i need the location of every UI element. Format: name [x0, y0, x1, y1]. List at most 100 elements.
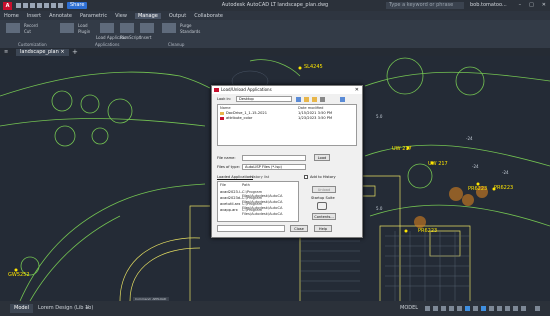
workspace-icon[interactable] — [497, 306, 502, 311]
tab-manage[interactable]: Manage — [134, 12, 161, 19]
app-logo[interactable]: A — [3, 1, 12, 10]
startup-suite-label: Startup Suite — [311, 196, 335, 200]
open-icon[interactable] — [23, 3, 28, 8]
files-of-type-value: AutoLISP Files (*.lsp) — [245, 165, 282, 169]
list-item-file[interactable]: acad2023.l... — [220, 190, 243, 194]
ribbon-panel: Record Cut Load Plugin Load Application … — [0, 20, 550, 48]
cut-button[interactable]: Cut — [24, 29, 31, 34]
tab-history-list[interactable]: History list — [250, 175, 269, 179]
osnap-icon[interactable] — [457, 306, 462, 311]
contents-button[interactable]: Contents... — [312, 213, 336, 220]
file-name[interactable]: attribute_color — [226, 116, 252, 120]
document-tabs: ≡ landscape_plan × + — [0, 48, 550, 56]
ortho-icon[interactable] — [441, 306, 446, 311]
model-space-toggle[interactable]: MODEL — [400, 304, 418, 313]
record-button[interactable]: Record — [24, 23, 38, 28]
redo-icon[interactable] — [58, 3, 63, 8]
list-item-path: C:\Program Files\Autodesk\AutoCA — [242, 208, 283, 216]
help-button[interactable]: Help — [314, 225, 332, 232]
find-icon[interactable] — [340, 97, 345, 102]
tab-home[interactable]: Home — [4, 13, 19, 19]
document-tab[interactable]: landscape_plan × — [16, 49, 69, 56]
purge-icon[interactable] — [162, 23, 176, 33]
list-item-file[interactable]: acapp.arx — [220, 208, 238, 212]
polar-icon[interactable] — [449, 306, 454, 311]
list-item-file[interactable]: acad2023d... — [220, 196, 244, 200]
new-icon[interactable] — [16, 3, 21, 8]
new-folder-icon[interactable] — [312, 97, 317, 102]
tab-collaborate[interactable]: Collaborate — [194, 13, 223, 19]
plant-label: GW5252 — [8, 272, 30, 278]
plant-label: PR6223 — [494, 185, 514, 191]
units-icon[interactable] — [505, 306, 510, 311]
plant-label: UW 217 — [392, 146, 412, 152]
load-button[interactable]: Load — [314, 154, 330, 161]
lineweight-icon[interactable] — [473, 306, 478, 311]
back-icon[interactable] — [296, 97, 301, 102]
elevation-label: 5.0 — [376, 206, 383, 211]
files-of-type-select[interactable]: AutoLISP Files (*.lsp) — [242, 164, 306, 170]
add-layout-button[interactable]: + — [85, 304, 89, 313]
search-input[interactable]: Type a keyword or phrase — [386, 2, 464, 9]
run-script-icon[interactable] — [120, 23, 134, 33]
load-icon[interactable] — [60, 23, 74, 33]
insert-icon[interactable] — [140, 23, 154, 33]
user-account[interactable]: bob.tomatoo... — [470, 1, 507, 10]
fullscreen-icon[interactable] — [521, 306, 526, 311]
unload-button[interactable]: Unload — [312, 186, 336, 193]
plugin-button[interactable]: Plugin — [78, 29, 90, 34]
add-to-history-checkbox[interactable] — [304, 175, 308, 179]
tab-annotate[interactable]: Annotate — [49, 13, 72, 19]
share-button[interactable]: Share — [67, 2, 88, 9]
close-dialog-button[interactable]: Close — [290, 225, 308, 232]
status-field — [217, 225, 285, 232]
dialog-title-bar: Load/Unload Applications ✕ — [212, 86, 362, 94]
tab-output[interactable]: Output — [169, 13, 186, 19]
record-icon[interactable] — [6, 23, 20, 33]
elevation-label: -24 — [502, 170, 509, 175]
up-folder-icon[interactable] — [304, 97, 309, 102]
save-as-icon[interactable] — [37, 3, 42, 8]
run-script-button[interactable]: Run Script — [120, 35, 141, 40]
grid-icon[interactable] — [425, 306, 430, 311]
file-list[interactable]: Name Date modified DocDrive_1_1-15-2021 … — [217, 104, 357, 146]
plant-label: PR6223 — [418, 228, 438, 234]
look-in-select[interactable]: Desktop — [236, 96, 292, 102]
snap-icon[interactable] — [433, 306, 438, 311]
close-button[interactable]: ✕ — [542, 1, 546, 10]
standards-button[interactable]: Standards — [180, 29, 200, 34]
close-tab-icon[interactable]: × — [60, 49, 64, 55]
tab-insert[interactable]: Insert — [27, 13, 41, 19]
tab-parametric[interactable]: Parametric — [80, 13, 107, 19]
otrack-icon[interactable] — [465, 306, 470, 311]
views-icon[interactable] — [320, 97, 325, 102]
minimize-button[interactable]: – — [519, 1, 522, 10]
tab-view[interactable]: View — [115, 13, 127, 19]
col-date: Date modified — [298, 106, 324, 110]
undo-icon[interactable] — [51, 3, 56, 8]
file-name[interactable]: DocDrive_1_1-15-2021 — [226, 111, 267, 115]
purge-button[interactable]: Purge — [180, 23, 191, 28]
insert-button[interactable]: Insert — [140, 35, 151, 40]
isolate-icon[interactable] — [513, 306, 518, 311]
annotation-scale-icon[interactable] — [489, 306, 494, 311]
list-item-file[interactable]: acetutil.arx — [220, 202, 240, 206]
save-icon[interactable] — [30, 3, 35, 8]
file-date: 1/15/2021 3:50 PM — [298, 111, 333, 115]
transparency-icon[interactable] — [481, 306, 486, 311]
tab-loaded-applications[interactable]: Loaded Applications — [217, 175, 254, 180]
load-application-icon[interactable] — [100, 23, 114, 33]
maximize-button[interactable]: □ — [529, 1, 534, 10]
load-button[interactable]: Load — [78, 23, 88, 28]
plant-label: PR6223 — [468, 186, 488, 192]
list-header-file: File — [220, 183, 227, 187]
model-tab[interactable]: Model — [10, 304, 34, 313]
hatch — [300, 231, 470, 301]
plot-icon[interactable] — [44, 3, 49, 8]
customize-icon[interactable] — [535, 306, 540, 311]
new-tab-button[interactable]: + — [72, 48, 78, 56]
menu-icon[interactable]: ≡ — [4, 49, 8, 55]
file-name-field[interactable] — [242, 155, 306, 161]
dialog-close-button[interactable]: ✕ — [355, 86, 359, 94]
loaded-app-list[interactable]: File Path acad2023.l... C:\Program Files… — [217, 181, 299, 222]
